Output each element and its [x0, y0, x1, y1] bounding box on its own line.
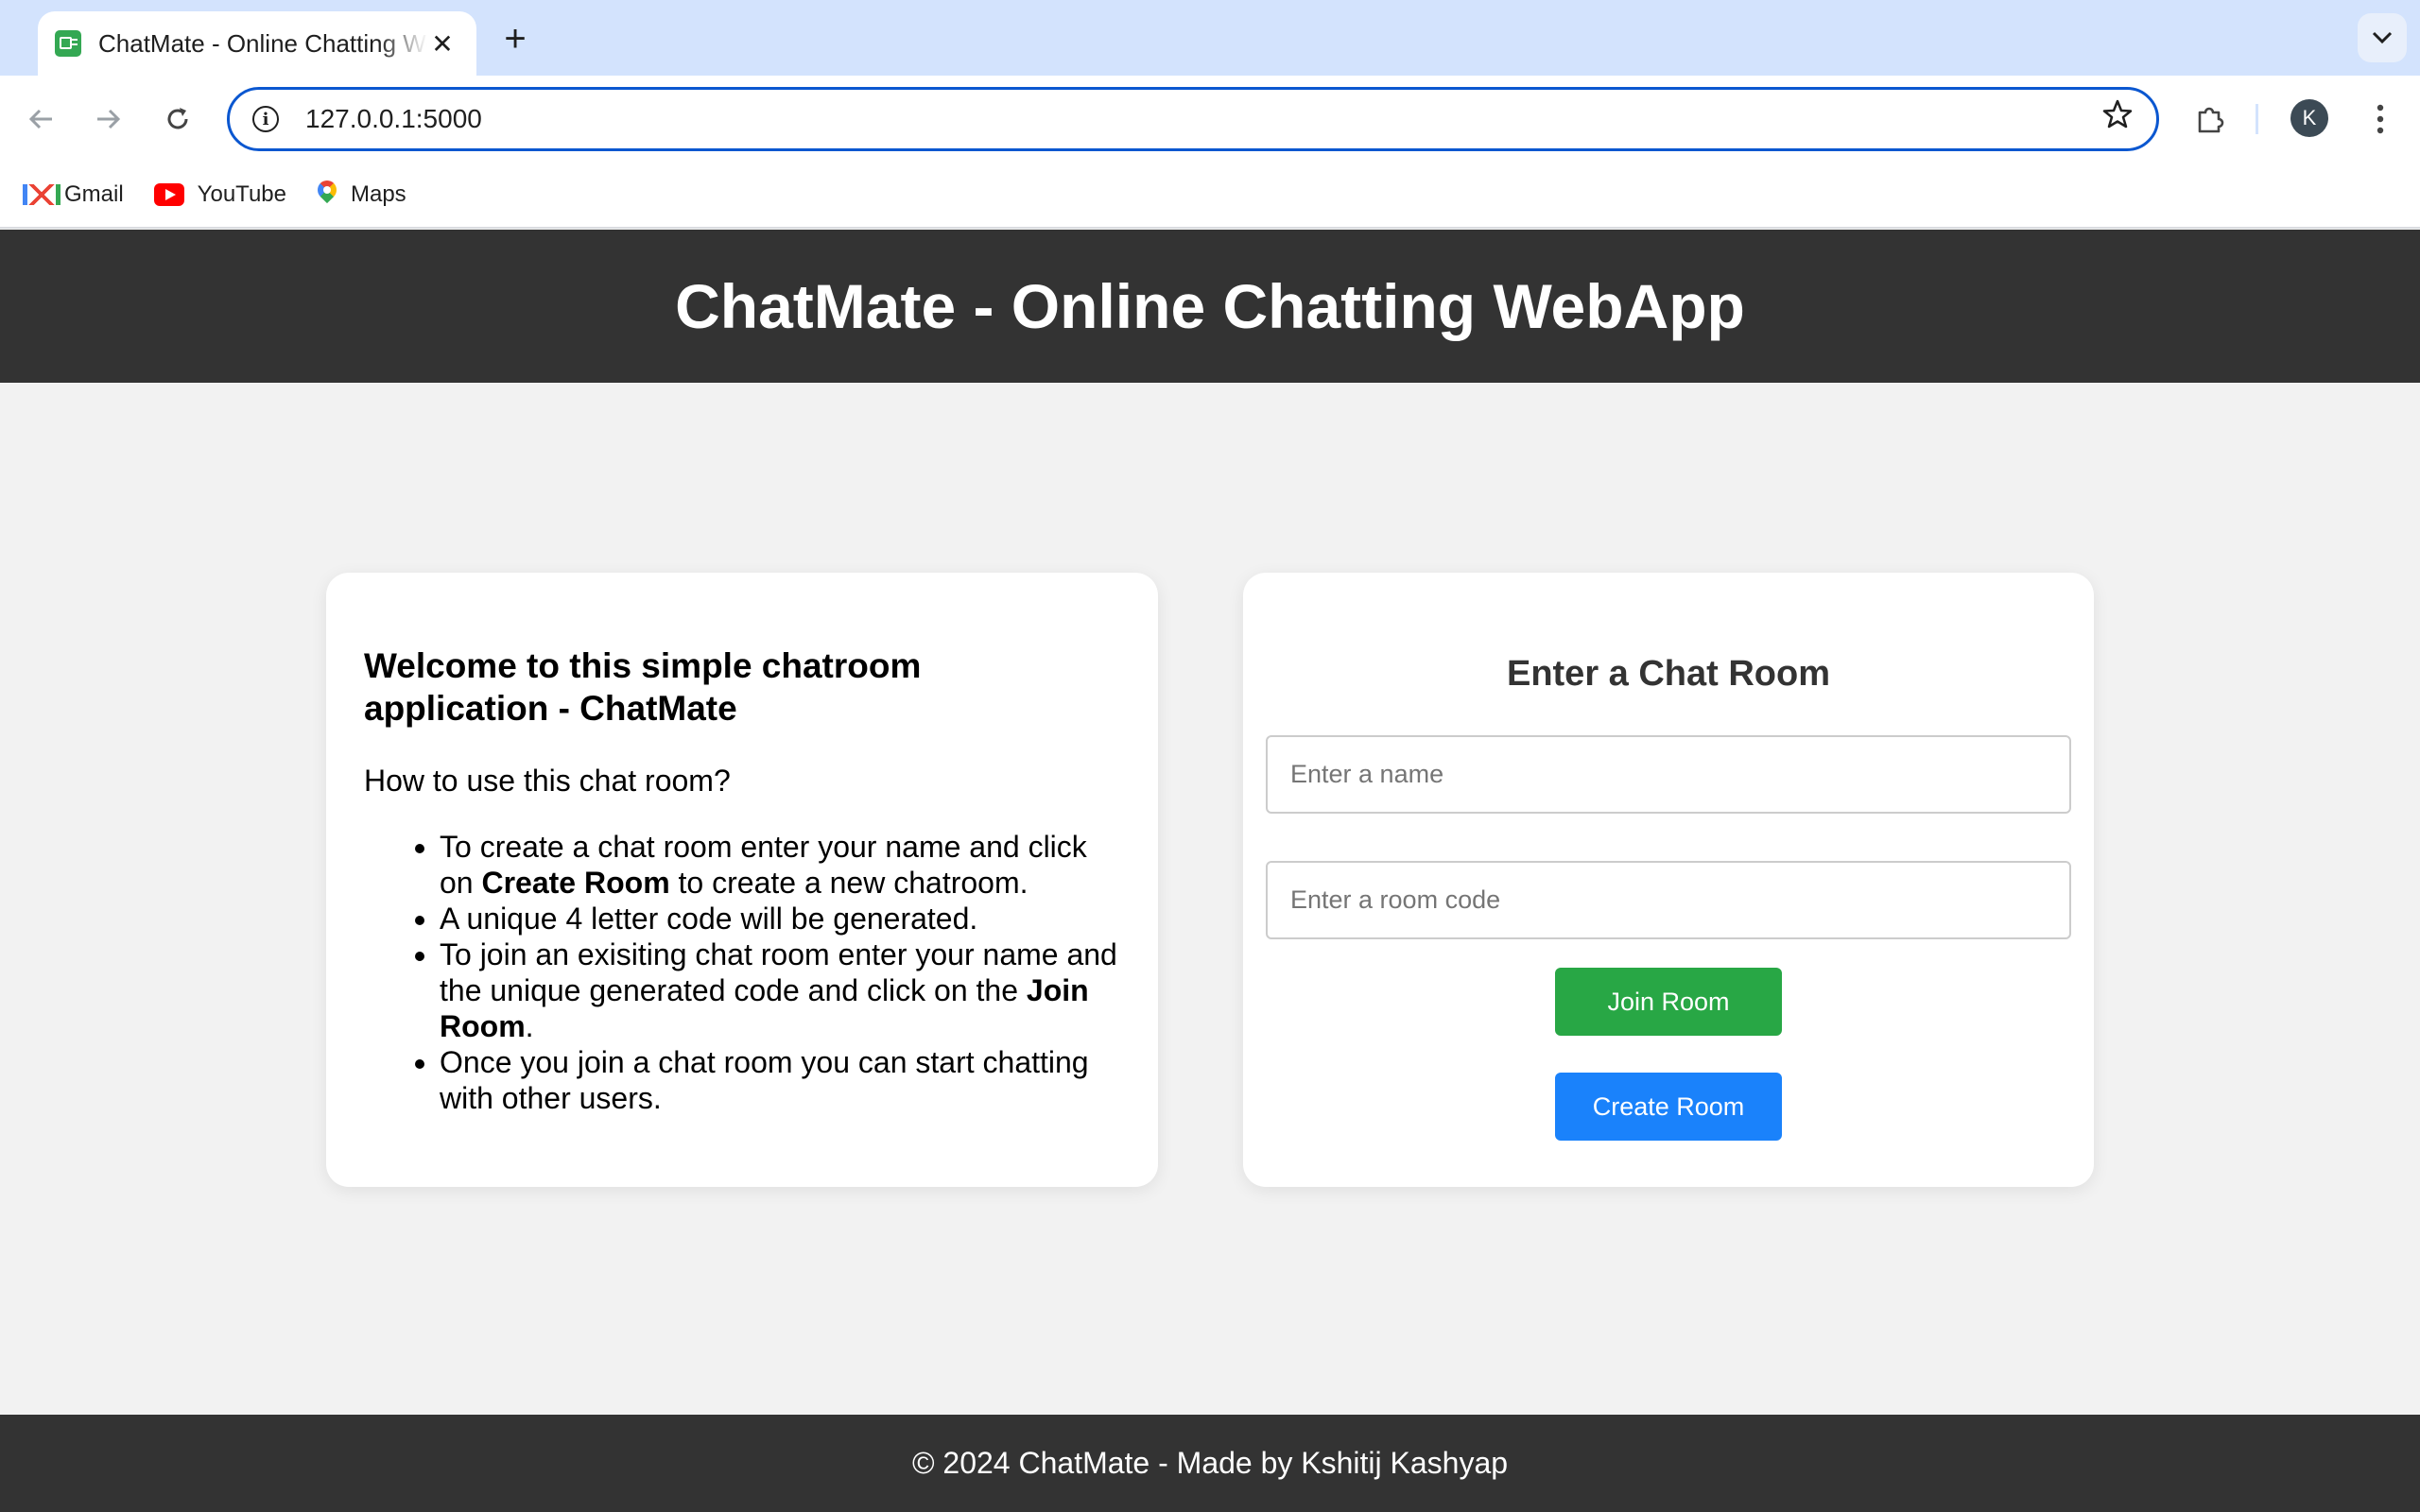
- new-tab-button[interactable]: +: [493, 17, 537, 60]
- list-item: Once you join a chat room you can start …: [440, 1044, 1120, 1116]
- name-input[interactable]: [1266, 735, 2071, 814]
- close-icon[interactable]: ✕: [427, 28, 458, 59]
- bookmark-label: Maps: [350, 181, 406, 207]
- address-bar[interactable]: i 127.0.0.1:5000: [227, 87, 2159, 151]
- list-item: A unique 4 letter code will be generated…: [440, 901, 1120, 936]
- instructions-card: Welcome to this simple chatroom applicat…: [326, 573, 1158, 1187]
- browser-tab-strip: ChatMate - Online Chatting WebApp ✕ +: [0, 0, 2420, 76]
- bookmark-label: Gmail: [64, 181, 124, 207]
- how-to-heading: How to use this chat room?: [364, 764, 731, 798]
- reload-button[interactable]: [155, 96, 200, 142]
- room-code-input[interactable]: [1266, 861, 2071, 939]
- list-item: To create a chat room enter your name an…: [440, 829, 1120, 901]
- room-form-card: Enter a Chat Room Join Room Create Room: [1243, 573, 2094, 1187]
- site-footer: © 2024 ChatMate - Made by Kshitij Kashya…: [0, 1415, 2420, 1512]
- tab-title: ChatMate - Online Chatting WebApp: [98, 28, 427, 58]
- list-item: To join an exisiting chat room enter you…: [440, 936, 1120, 1044]
- welcome-heading: Welcome to this simple chatroom applicat…: [364, 646, 922, 728]
- url-text[interactable]: 127.0.0.1:5000: [305, 104, 2101, 134]
- site-header: ChatMate - Online Chatting WebApp: [0, 230, 2420, 383]
- site-favicon-icon: [55, 30, 81, 57]
- form-title: Enter a Chat Room: [1506, 654, 1831, 694]
- bookmark-gmail[interactable]: Gmail: [23, 181, 124, 208]
- arrow-left-icon: [28, 109, 52, 129]
- bookmark-star-icon[interactable]: [2101, 98, 2134, 140]
- more-menu-icon[interactable]: [2361, 96, 2399, 142]
- instructions-list: To create a chat room enter your name an…: [364, 829, 1120, 1116]
- page-title: ChatMate - Online Chatting WebApp: [675, 271, 1745, 341]
- site-info-icon[interactable]: i: [252, 106, 279, 132]
- chevron-down-icon: [2372, 31, 2393, 44]
- youtube-icon: [153, 183, 184, 206]
- browser-tab[interactable]: ChatMate - Online Chatting WebApp ✕: [38, 11, 476, 76]
- bookmark-maps[interactable]: Maps: [317, 180, 406, 209]
- bookmarks-bar: Gmail YouTube Maps: [0, 163, 2420, 229]
- reload-icon: [167, 108, 188, 129]
- back-button[interactable]: [19, 96, 64, 142]
- forward-button[interactable]: [85, 96, 130, 142]
- maps-icon: [317, 180, 337, 209]
- bookmark-label: YouTube: [197, 181, 286, 207]
- bookmark-youtube[interactable]: YouTube: [153, 181, 286, 208]
- browser-toolbar: i 127.0.0.1:5000: [0, 76, 2420, 163]
- profile-avatar[interactable]: K: [2290, 99, 2328, 137]
- toolbar-divider: [2256, 104, 2258, 134]
- create-room-button[interactable]: Create Room: [1555, 1073, 1782, 1141]
- extensions-puzzle-icon[interactable]: [2187, 96, 2233, 142]
- join-room-button[interactable]: Join Room: [1555, 968, 1782, 1036]
- tab-search-button[interactable]: [2358, 13, 2407, 62]
- gmail-icon: [23, 184, 60, 205]
- arrow-right-icon: [97, 109, 121, 129]
- footer-copyright: © 2024 ChatMate - Made by Kshitij Kashya…: [911, 1446, 1509, 1480]
